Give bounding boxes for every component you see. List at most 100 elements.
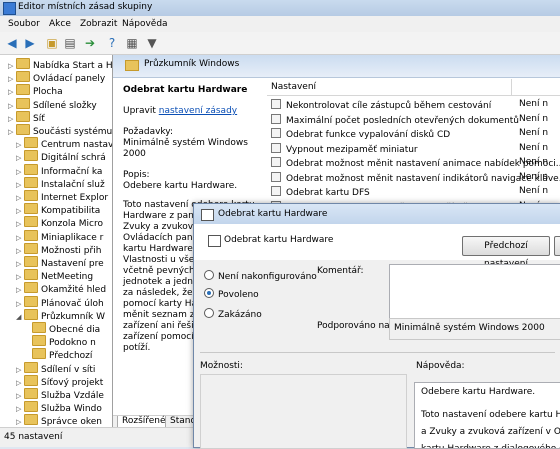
back-icon[interactable]: ◀ (4, 35, 20, 51)
expand-arrow-icon[interactable]: ▷ (8, 62, 16, 70)
expand-arrow-icon[interactable]: ▷ (16, 405, 24, 413)
tree-item[interactable]: ▷ Sdílené složky (8, 97, 97, 111)
folder-icon (24, 374, 38, 386)
menu-view[interactable]: Zobrazit (80, 19, 117, 29)
tree-item[interactable]: ▷ Informační ka (16, 163, 102, 177)
tree-item[interactable]: Obecné dia (24, 322, 100, 335)
tree-item[interactable]: ▷ Síťový projekt (16, 374, 103, 388)
tree-item[interactable]: ▷ Plocha (8, 84, 63, 97)
tree-item[interactable]: ▷ Služba Windo (16, 401, 102, 414)
tree-item[interactable]: ▷ Internet Explor (16, 190, 108, 203)
expand-arrow-icon[interactable]: ▷ (8, 102, 16, 110)
comment-field[interactable] (389, 264, 560, 320)
forward-icon[interactable]: ▶ (22, 35, 38, 51)
expand-arrow-icon[interactable]: ▷ (16, 273, 24, 281)
folder-icon (24, 150, 38, 162)
tree-item[interactable]: ▷ Digitální schrá (16, 150, 106, 163)
tree-item[interactable]: ▷ Síť (8, 110, 45, 124)
tree-item-label: Součásti systému (33, 127, 113, 137)
menu-help[interactable]: Nápověda (122, 19, 168, 29)
tree-item-label: Služba Vzdále (41, 391, 104, 401)
help-icon[interactable]: ? (104, 35, 120, 51)
next-setting-button[interactable] (554, 236, 560, 256)
tree-item[interactable]: ▷ NetMeeting (16, 269, 93, 282)
tree-item[interactable]: ▷ Okamžité hled (16, 282, 106, 295)
tree-item[interactable]: ▷ Možnosti přih (16, 242, 101, 256)
edit-policy-link[interactable]: nastavení zásady (159, 106, 237, 116)
radio-not-configured[interactable]: Není nakonfigurováno (204, 270, 317, 282)
tree-item[interactable]: ▷ Kompatibilita (16, 203, 100, 216)
list-row[interactable]: Maximální počet posledních otevřených do… (271, 113, 560, 127)
filter-icon[interactable]: ▼ (144, 35, 160, 51)
column-separator[interactable] (511, 79, 512, 95)
show-tree-icon[interactable]: ▤ (62, 35, 78, 51)
expand-arrow-icon[interactable]: ▷ (16, 260, 24, 268)
expand-arrow-icon[interactable]: ▷ (16, 418, 24, 426)
tree-item[interactable]: Podokno n (24, 335, 96, 348)
tree-item[interactable]: ▷ Miniaplikace r (16, 229, 103, 243)
radio-disabled[interactable]: Zakázáno (204, 308, 262, 320)
tree-item[interactable]: Předchozí (24, 348, 92, 361)
list-row[interactable]: Odebrat možnost měnit nastavení animace … (271, 157, 560, 170)
folder-icon (24, 176, 38, 188)
folder-icon (24, 401, 38, 413)
tree-item[interactable]: ▷ Instalační služ (16, 176, 105, 190)
properties-icon[interactable]: ▦ (124, 35, 140, 51)
radio-circle[interactable] (204, 308, 214, 318)
previous-setting-button[interactable]: Předchozí nastavení (462, 236, 550, 269)
radio-circle-selected[interactable] (204, 288, 214, 298)
menu-file[interactable]: Soubor (8, 19, 40, 29)
dialog-title-bar[interactable]: Odebrat kartu Hardware (194, 204, 560, 224)
expand-arrow-icon[interactable]: ▷ (16, 286, 24, 294)
tree-item[interactable]: ▷ Služba Vzdále (16, 388, 104, 401)
policy-state: Není n (519, 186, 549, 196)
export-icon[interactable]: ➔ (82, 35, 98, 51)
list-row[interactable]: Odebrat kartu DFS Není n (271, 186, 560, 199)
expand-arrow-icon[interactable]: ▷ (16, 141, 24, 149)
expand-arrow-icon[interactable]: ▷ (16, 154, 24, 162)
radio-circle[interactable] (204, 270, 214, 280)
tree-item-label: Konzola Micro (41, 219, 103, 230)
tree-item-label: Předchozí (49, 351, 93, 362)
radio-enabled[interactable]: Povoleno (204, 288, 259, 300)
up-folder-icon[interactable]: ▣ (44, 35, 60, 51)
folder-icon (16, 71, 30, 83)
expand-arrow-icon[interactable]: ▷ (16, 194, 24, 202)
tree-item-label: Kompatibilita (41, 206, 101, 217)
tree-item[interactable]: ▷ Plánovač úloh (16, 295, 104, 309)
tree-item[interactable]: ▷ Sdílení v síti (16, 361, 95, 375)
tree-item[interactable]: ▷ Konzola Micro (16, 216, 103, 229)
list-row[interactable]: Vypnout mezipaměť miniatur Není n (271, 142, 560, 156)
expand-arrow-icon[interactable]: ▷ (16, 234, 24, 242)
expand-arrow-icon[interactable]: ▷ (16, 168, 24, 176)
expand-arrow-icon[interactable]: ▷ (16, 392, 24, 400)
expand-arrow-icon[interactable]: ▷ (16, 247, 24, 255)
expand-arrow-icon[interactable]: ▷ (16, 207, 24, 215)
tree-item[interactable]: ▷ Centrum nastav (16, 137, 112, 150)
tree-item[interactable]: ▷ Nabídka Start a H (8, 58, 112, 71)
expand-arrow-icon[interactable]: ▷ (16, 379, 24, 387)
tree-item[interactable]: ▷ Součásti systému (8, 124, 112, 137)
menu-action[interactable]: Akce (49, 19, 71, 29)
expand-arrow-icon[interactable]: ▷ (8, 115, 16, 123)
list-row[interactable]: Odebrat možnost měnit nastavení indikáto… (271, 171, 560, 185)
expand-arrow-icon[interactable]: ▷ (16, 366, 24, 374)
column-setting[interactable]: Nastavení (271, 82, 316, 92)
list-header[interactable]: Nastavení (267, 79, 560, 96)
list-row[interactable]: Nekontrolovat cíle zástupců během cestov… (271, 99, 560, 112)
folder-icon (24, 190, 38, 201)
folder-icon (24, 308, 38, 320)
expand-arrow-icon[interactable]: ▷ (16, 220, 24, 228)
list-row[interactable]: Odebrat funkce vypalování disků CD Není n (271, 128, 560, 141)
expand-arrow-icon[interactable]: ▷ (16, 181, 24, 189)
tree-item[interactable]: ▷ Správce oken (16, 414, 102, 427)
tree-item[interactable]: ▷ Nastavení pre (16, 256, 104, 269)
expand-arrow-icon[interactable]: ▷ (8, 88, 16, 96)
expand-arrow-icon[interactable]: ▷ (8, 75, 16, 83)
tree-item[interactable]: ▷ Ovládací panely (8, 71, 105, 84)
expand-arrow-icon[interactable]: ▷ (16, 300, 24, 308)
tree-item[interactable]: ◢ Průzkumník W (16, 308, 105, 322)
expand-arrow-icon[interactable]: ▷ (8, 128, 16, 136)
folder-icon (32, 335, 46, 347)
expand-arrow-icon[interactable]: ◢ (16, 313, 24, 321)
